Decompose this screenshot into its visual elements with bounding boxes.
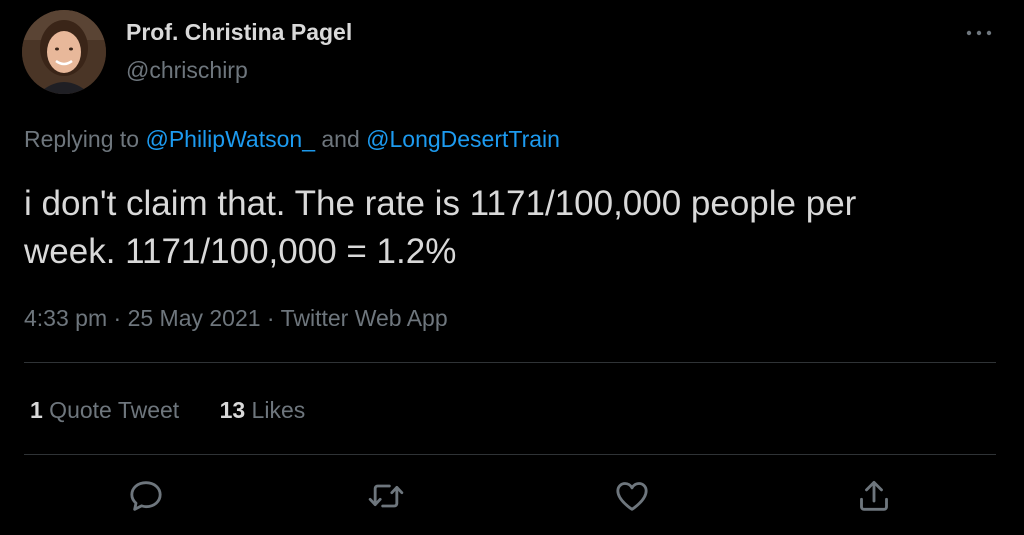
meta-separator: · [107, 305, 128, 331]
tweet-source[interactable]: Twitter Web App [281, 305, 448, 331]
likes-count: 13 [219, 397, 246, 423]
share-icon [860, 480, 888, 511]
likes-stat[interactable]: 13 Likes [220, 397, 306, 424]
author-handle[interactable]: @chrischirp [126, 57, 248, 84]
avatar[interactable] [22, 10, 106, 94]
tweet-text-line: week. 1171/100,000 = 1.2% [24, 232, 457, 271]
heart-icon [616, 482, 648, 511]
author-name[interactable]: Prof. Christina Pagel [126, 19, 352, 46]
reply-button[interactable] [126, 476, 166, 516]
tweet-time[interactable]: 4:33 pm [24, 305, 107, 331]
tweet-text: i don't claim that. The rate is 1171/100… [24, 180, 984, 276]
share-button[interactable] [854, 476, 894, 516]
tweet-date[interactable]: 25 May 2021 [128, 305, 261, 331]
reply-bubble-icon [130, 481, 162, 511]
quote-tweets-label: Quote Tweet [42, 397, 180, 423]
tweet-text-line: i don't claim that. The rate is 1171/100… [24, 184, 857, 223]
divider [24, 362, 996, 363]
quote-tweets-count: 1 [30, 397, 43, 423]
retweet-button[interactable] [366, 476, 406, 516]
divider [24, 454, 996, 455]
tweet-detail: Prof. Christina Pagel @chrischirp Replyi… [0, 0, 1024, 535]
replying-to-line: Replying to @PhilipWatson_ and @LongDese… [24, 126, 560, 153]
retweet-icon [368, 484, 404, 508]
quote-tweets-stat[interactable]: 1 Quote Tweet [30, 397, 179, 424]
mention-link-longdeserttrain[interactable]: @LongDesertTrain [366, 126, 560, 152]
like-button[interactable] [612, 476, 652, 516]
more-horizontal-icon[interactable] [961, 22, 997, 44]
replying-to-prefix: Replying to [24, 126, 146, 152]
replying-to-conjunction: and [314, 126, 367, 152]
meta-separator: · [260, 305, 281, 331]
engagement-stats: 1 Quote Tweet 13 Likes [30, 397, 339, 424]
tweet-metadata: 4:33 pm · 25 May 2021 · Twitter Web App [24, 305, 448, 332]
mention-link-philipwatson[interactable]: @PhilipWatson_ [145, 126, 315, 152]
likes-label: Likes [245, 397, 306, 423]
